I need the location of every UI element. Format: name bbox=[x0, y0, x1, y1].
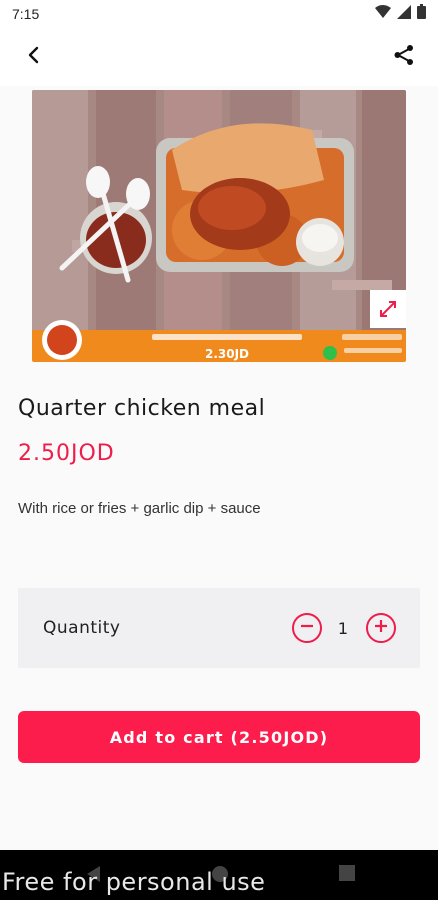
product-title: Quarter chicken meal bbox=[18, 396, 266, 421]
meal-photo: 2.30JD bbox=[32, 90, 406, 362]
status-icons bbox=[375, 4, 426, 24]
status-time: 7:15 bbox=[12, 6, 40, 22]
back-button[interactable] bbox=[14, 37, 54, 77]
watermark-text: Free for personal use bbox=[2, 868, 266, 896]
wifi-icon bbox=[375, 4, 391, 24]
add-to-cart-button[interactable]: Add to cart (2.50JOD) bbox=[18, 711, 420, 763]
nav-recents-button[interactable] bbox=[338, 864, 356, 887]
app-bar bbox=[0, 28, 438, 86]
increase-quantity-button[interactable] bbox=[366, 613, 396, 643]
signal-icon bbox=[397, 4, 411, 24]
decrease-quantity-button[interactable] bbox=[292, 613, 322, 643]
product-image[interactable]: 2.30JD bbox=[32, 90, 406, 362]
share-icon bbox=[393, 44, 415, 71]
product-price: 2.50JOD bbox=[18, 441, 115, 466]
status-bar: 7:15 bbox=[0, 0, 438, 28]
quantity-label: Quantity bbox=[43, 618, 121, 638]
expand-image-button[interactable] bbox=[370, 290, 406, 328]
battery-icon bbox=[417, 4, 426, 24]
banner-price: 2.30JD bbox=[205, 347, 249, 361]
quantity-card: Quantity 1 bbox=[18, 588, 420, 668]
add-to-cart-label: Add to cart (2.50JOD) bbox=[109, 727, 329, 747]
expand-icon bbox=[378, 299, 398, 319]
minus-icon bbox=[300, 619, 314, 638]
nav-recents-icon bbox=[338, 865, 356, 886]
product-description: With rice or fries + garlic dip + sauce bbox=[18, 500, 261, 517]
share-button[interactable] bbox=[384, 37, 424, 77]
back-arrow-icon bbox=[24, 45, 44, 70]
quantity-value: 1 bbox=[337, 619, 349, 638]
plus-icon bbox=[374, 619, 388, 638]
